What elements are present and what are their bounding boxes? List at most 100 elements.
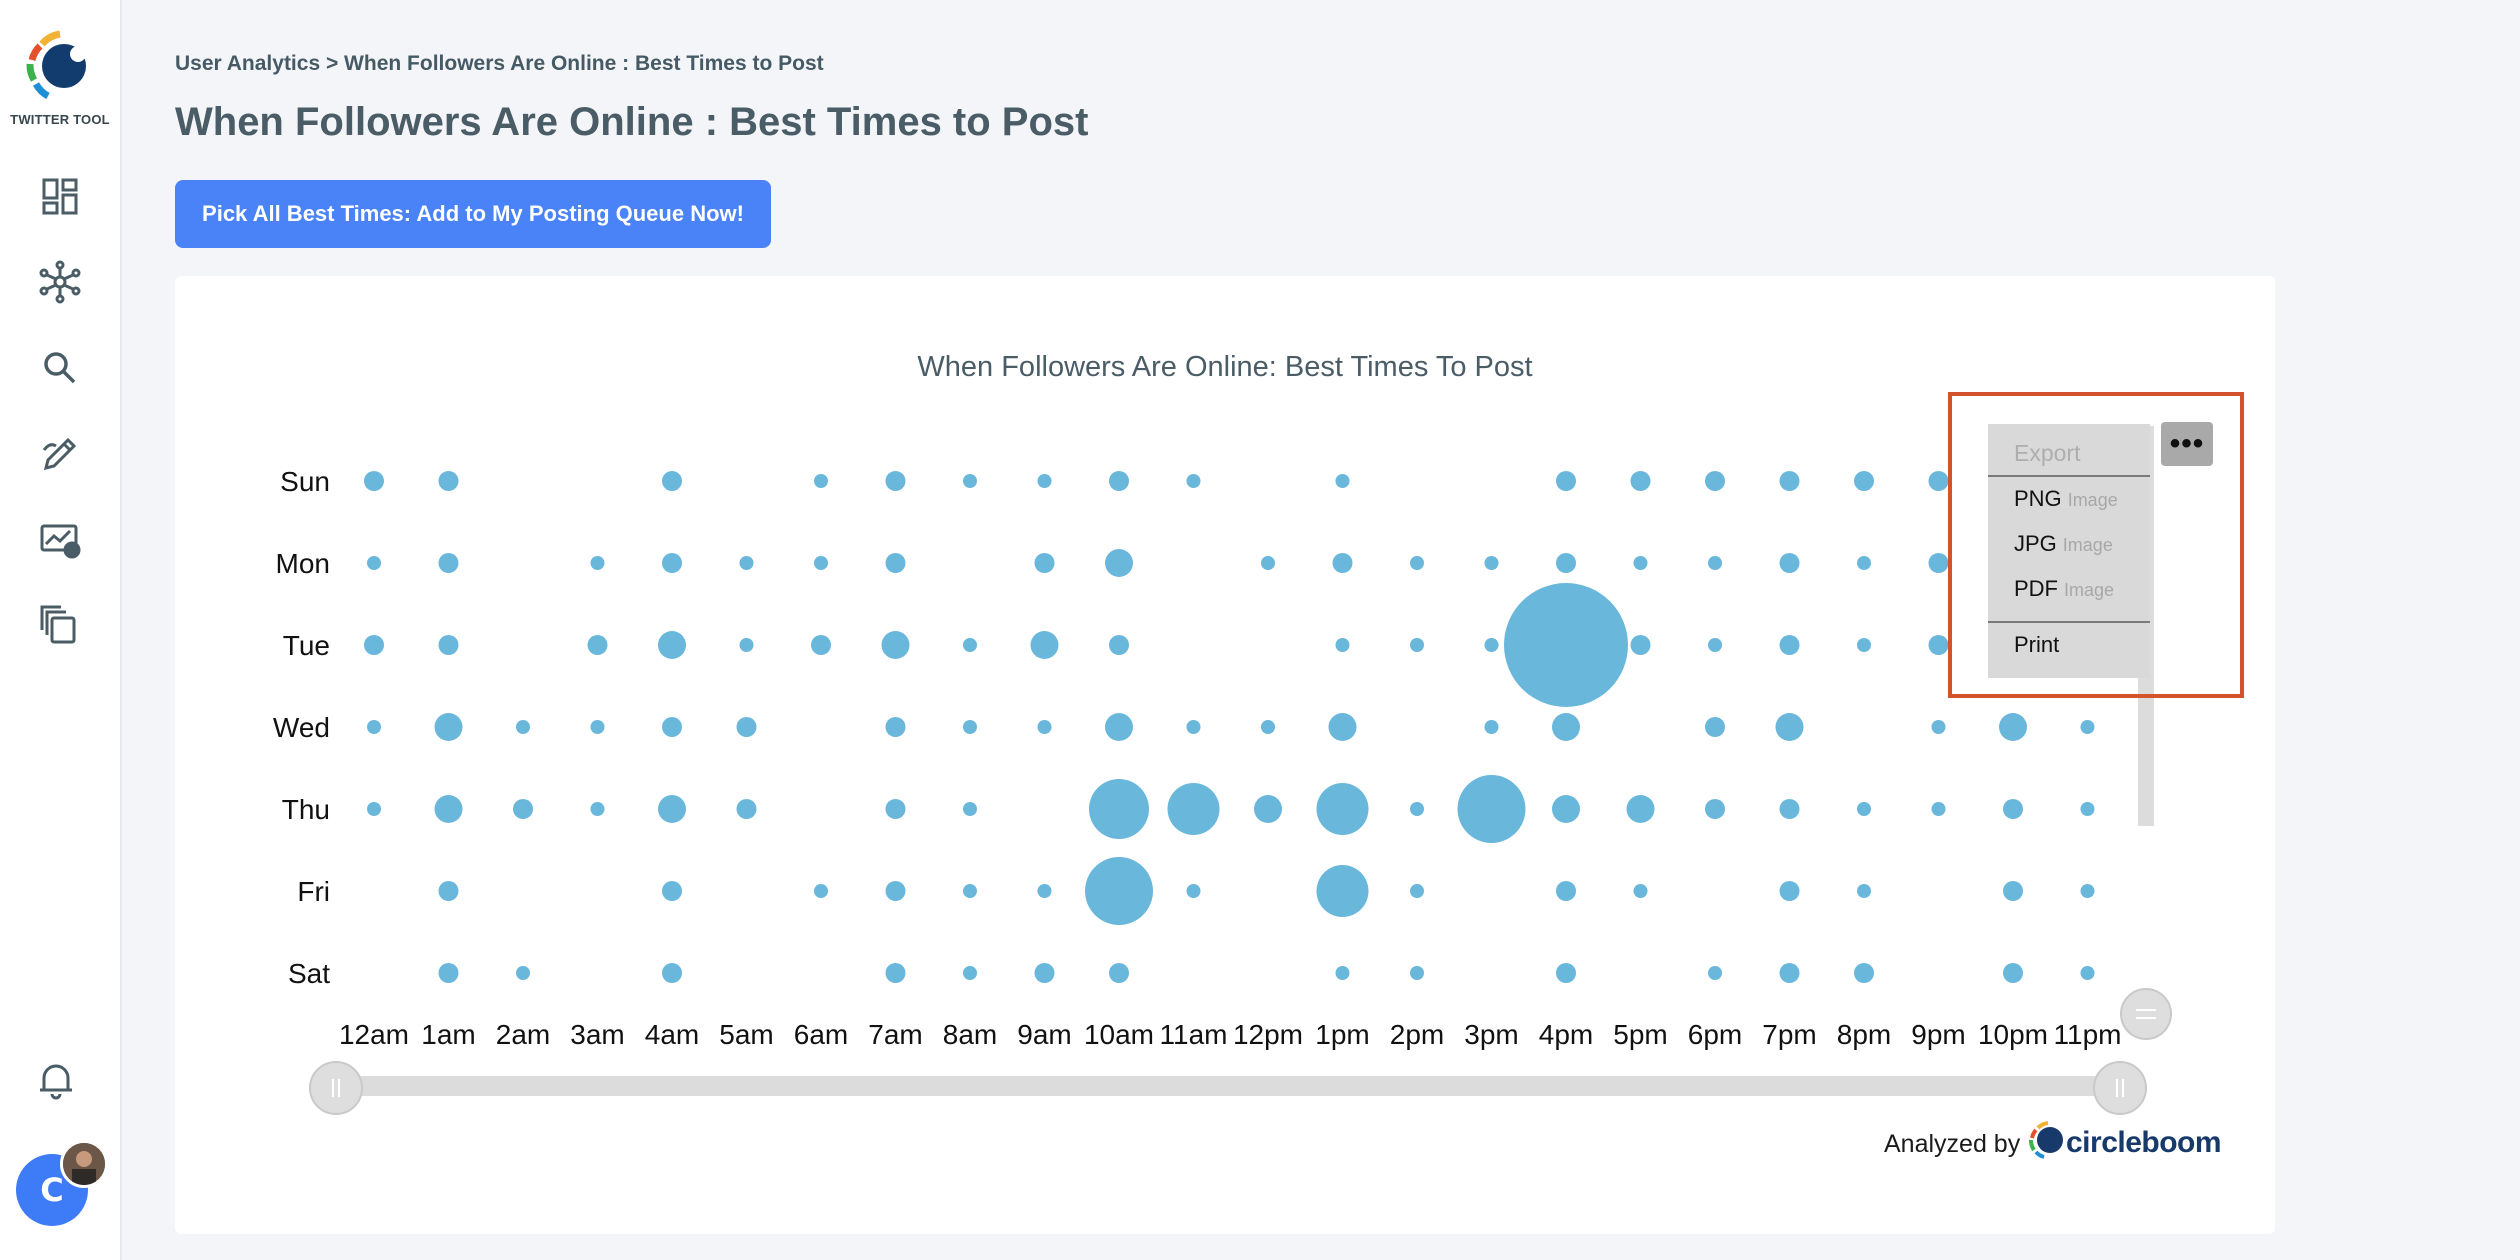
y-tick-label: Thu — [282, 794, 330, 825]
data-bubble — [662, 963, 682, 983]
x-tick-label: 1pm — [1315, 1019, 1369, 1050]
data-bubble — [1410, 884, 1424, 898]
search-icon[interactable] — [36, 344, 84, 392]
data-bubble — [1556, 553, 1576, 573]
dashboard-icon[interactable] — [36, 172, 84, 220]
data-bubble — [1928, 471, 1949, 491]
data-bubble — [1556, 963, 1576, 983]
data-bubble — [1779, 553, 1800, 573]
data-bubble — [364, 635, 384, 655]
data-bubble — [2003, 881, 2023, 901]
data-bubble — [438, 471, 459, 491]
data-bubble — [590, 720, 605, 734]
v-scroll-handle[interactable] — [2120, 988, 2172, 1040]
data-bubble — [2080, 720, 2095, 734]
data-bubble — [590, 556, 605, 570]
data-bubble — [1034, 963, 1055, 983]
chart-menu-button[interactable]: ••• — [2161, 422, 2213, 466]
data-bubble — [1457, 775, 1526, 843]
profile-photo[interactable] — [60, 1140, 108, 1188]
data-bubble — [736, 799, 757, 819]
data-bubble — [736, 717, 757, 737]
copy-icon[interactable] — [36, 602, 84, 650]
x-tick-label: 3am — [570, 1019, 624, 1050]
data-bubble — [885, 881, 906, 901]
logo-text: TWITTER TOOL — [10, 112, 110, 127]
data-bubble — [438, 881, 459, 901]
x-tick-label: 1am — [421, 1019, 475, 1050]
data-bubble — [811, 635, 831, 655]
x-tick-label: 10pm — [1978, 1019, 2048, 1050]
data-bubble — [814, 884, 828, 898]
data-bubble — [963, 638, 977, 652]
sidebar: TWITTER TOOL C — [0, 0, 122, 1260]
data-bubble — [1089, 779, 1149, 839]
network-icon[interactable] — [36, 258, 84, 306]
data-bubble — [587, 635, 608, 655]
data-bubble — [1552, 713, 1580, 741]
x-tick-label: 12pm — [1233, 1019, 1303, 1050]
x-tick-label: 5am — [719, 1019, 773, 1050]
data-bubble — [367, 556, 381, 570]
data-bubble — [438, 635, 459, 655]
data-bubble — [2080, 802, 2095, 816]
data-bubble — [1705, 471, 1725, 491]
data-bubble — [1261, 556, 1275, 570]
data-bubble — [885, 717, 906, 737]
data-bubble — [1484, 720, 1499, 734]
data-bubble — [1633, 556, 1648, 570]
data-bubble — [1254, 795, 1282, 823]
x-tick-label: 9am — [1017, 1019, 1071, 1050]
x-tick-label: 5pm — [1613, 1019, 1667, 1050]
data-bubble — [1328, 713, 1357, 741]
data-bubble — [1186, 720, 1201, 734]
breadcrumb[interactable]: User Analytics > When Followers Are Onli… — [175, 52, 824, 76]
circleboom-logo — [2029, 1121, 2063, 1159]
export-png-item[interactable]: PNG Image — [2014, 486, 2118, 512]
data-bubble — [1186, 474, 1201, 488]
range-handle-right[interactable] — [2093, 1061, 2147, 1115]
data-bubble — [590, 802, 605, 816]
data-bubble — [1779, 471, 1800, 491]
y-tick-label: Wed — [273, 712, 330, 743]
data-bubble — [1630, 471, 1651, 491]
data-bubble — [1857, 884, 1871, 898]
data-bubble — [1633, 884, 1648, 898]
range-handle-left[interactable] — [309, 1061, 363, 1115]
x-tick-label: 9pm — [1911, 1019, 1965, 1050]
data-bubble — [814, 556, 828, 570]
data-bubble — [513, 799, 533, 819]
analytics-icon[interactable] — [36, 516, 84, 564]
data-bubble — [1261, 720, 1275, 734]
data-bubble — [1034, 553, 1055, 573]
data-bubble — [814, 474, 828, 488]
add-to-queue-button[interactable]: Pick All Best Times: Add to My Posting Q… — [175, 180, 771, 248]
data-bubble — [1037, 884, 1052, 898]
data-bubble — [963, 474, 977, 488]
x-tick-label: 6am — [794, 1019, 848, 1050]
data-bubble — [2003, 963, 2023, 983]
x-tick-label: 2am — [496, 1019, 550, 1050]
data-bubble — [1410, 802, 1424, 816]
y-tick-label: Mon — [276, 548, 330, 579]
data-bubble — [1552, 795, 1580, 823]
app-logo[interactable] — [20, 26, 100, 106]
edit-icon[interactable] — [36, 430, 84, 478]
export-jpg-item[interactable]: JPG Image — [2014, 531, 2113, 557]
export-pdf-item[interactable]: PDF Image — [2014, 576, 2114, 602]
x-tick-label: 6pm — [1688, 1019, 1742, 1050]
data-bubble — [1410, 638, 1424, 652]
print-item[interactable]: Print — [2014, 632, 2059, 658]
data-bubble — [1335, 966, 1350, 980]
data-bubble — [1779, 881, 1800, 901]
data-bubble — [1186, 884, 1201, 898]
h-scroll-track — [335, 1076, 2135, 1096]
data-bubble — [885, 553, 906, 573]
data-bubble — [1316, 783, 1369, 835]
data-bubble — [434, 713, 463, 741]
data-bubble — [1708, 638, 1722, 652]
data-bubble — [1410, 556, 1424, 570]
bell-icon[interactable] — [32, 1056, 80, 1104]
data-bubble — [885, 799, 906, 819]
x-tick-label: 11pm — [2054, 1019, 2122, 1050]
